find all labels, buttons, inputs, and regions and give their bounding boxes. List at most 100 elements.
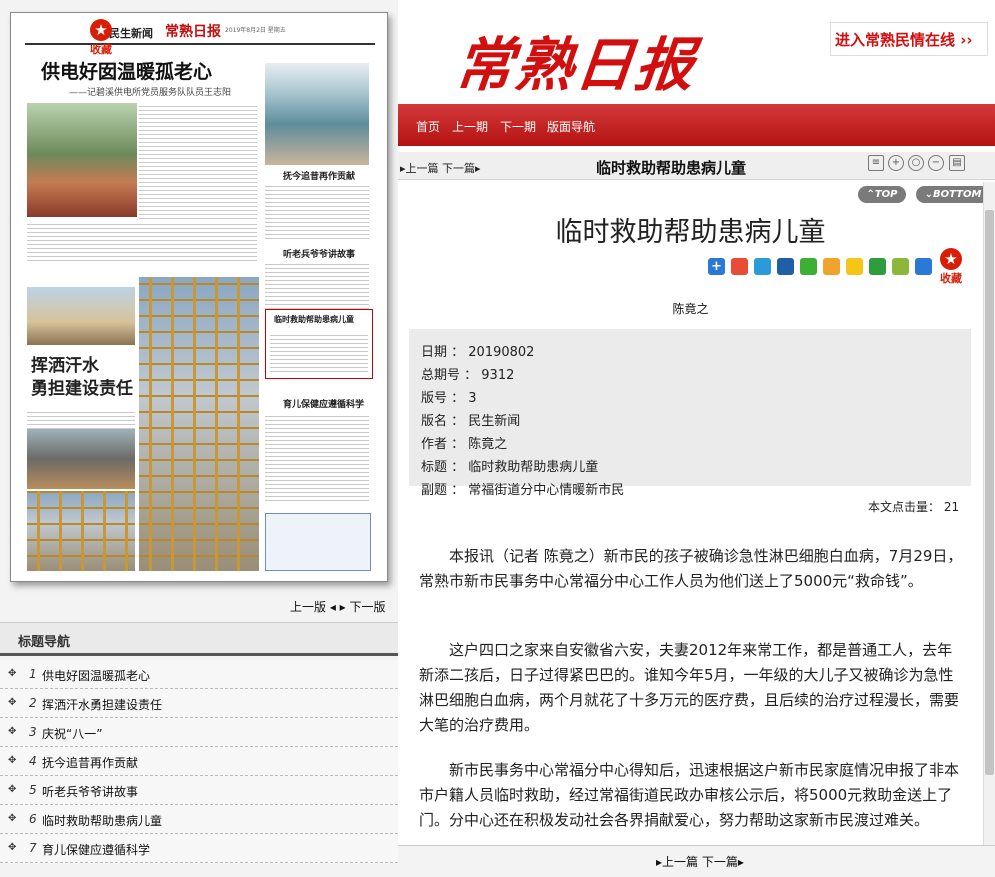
title-list-item[interactable]: ✥ 5 听老兵爷爷讲故事	[0, 776, 398, 805]
top-button[interactable]: ⌃TOP	[858, 186, 906, 203]
diamond-bullet-icon: ✥	[8, 784, 17, 795]
zoom-out-icon[interactable]: −	[928, 155, 944, 171]
scrollbar-thumb[interactable]	[985, 210, 994, 775]
meta-row: 副题 ： 常福街道分中心情暖新市民	[421, 483, 625, 498]
diamond-bullet-icon: ✥	[8, 726, 17, 737]
text-block	[265, 413, 369, 501]
article-title: 临时救助帮助患病儿童	[555, 217, 826, 248]
article-meta-box: 日期 ： 20190802 总期号 ： 9312 版号 ： 3 版名 ： 民生新…	[409, 329, 971, 498]
meta-value: 20190802	[468, 345, 535, 360]
item-number: 7	[29, 841, 37, 855]
favorite-label: 收藏	[90, 43, 112, 56]
qzone-icon[interactable]	[754, 258, 771, 275]
meta-row: 版名 ： 民生新闻	[421, 414, 521, 429]
meta-value: 临时救助帮助患病儿童	[468, 460, 599, 475]
title-list-item[interactable]: ✥ 3 庆祝“八一”	[0, 718, 398, 747]
kaixin-icon[interactable]	[892, 258, 909, 275]
scroll-jump-bar: ⌃TOP ⌄BOTTOM	[398, 182, 995, 208]
site-logo[interactable]: 常熟日报	[452, 18, 701, 102]
meta-row: 作者 ： 陈竟之	[421, 437, 508, 452]
text-block	[265, 183, 369, 241]
zoom-in-icon[interactable]: +	[888, 155, 904, 171]
promo-link[interactable]: 进入常熟民情在线 ››	[830, 22, 988, 56]
next-page-link[interactable]: 下一版	[350, 600, 386, 614]
article-photo	[27, 103, 137, 217]
page-navigation: 上一版 ◂ ▸ 下一版	[290, 598, 386, 615]
prev-page-link[interactable]: 上一版	[290, 600, 326, 614]
item-title[interactable]: 庆祝“八一”	[42, 725, 102, 742]
hits-label: 本文点击量：	[868, 500, 941, 514]
diamond-bullet-icon: ✥	[8, 668, 17, 679]
meta-value: 民生新闻	[468, 414, 521, 429]
feature-headline-line: 挥洒汗水	[31, 356, 99, 376]
item-number: 5	[29, 783, 37, 797]
star-icon: ★	[90, 19, 112, 41]
title-list-item[interactable]: ✥ 2 挥洒汗水勇担建设责任	[0, 689, 398, 718]
menu-prev-issue[interactable]: 上一期	[452, 118, 488, 135]
douban-icon[interactable]	[869, 258, 886, 275]
left-panel: 民生新闻 常熟日报 2019年8月2日 星期五 ★ 收藏 供电好囡温暖孤老心 —…	[0, 0, 398, 877]
scaffold-photo	[27, 491, 135, 571]
article-toolbar: ▸上一篇 下一篇▸ 临时救助帮助患病儿童 ≡ + ○ − ▤	[398, 152, 995, 180]
item-title[interactable]: 听老兵爷爷讲故事	[42, 783, 138, 800]
text-block	[265, 261, 369, 309]
title-list-item[interactable]: ✥ 1 供电好囡温暖孤老心	[0, 660, 398, 689]
meta-key: 副题	[421, 483, 448, 498]
title-list-item[interactable]: ✥ 4 抚今追昔再作贡献	[0, 747, 398, 776]
newspaper-header: 民生新闻 常熟日报 2019年8月2日 星期五	[25, 19, 375, 45]
bottom-button[interactable]: ⌄BOTTOM	[916, 186, 990, 203]
title-list-item[interactable]: ✥ 7 育儿保健应遵循科学	[0, 834, 398, 863]
section-title[interactable]: 抚今追昔再作贡献	[283, 169, 355, 182]
menu-page-nav[interactable]: 版面导航	[547, 118, 595, 135]
meta-key: 日期	[421, 345, 448, 360]
section-title[interactable]: 听老兵爷爷讲故事	[283, 247, 355, 260]
item-number: 3	[29, 725, 37, 739]
menu-home[interactable]: 首页	[416, 118, 440, 135]
star-icon[interactable]	[846, 258, 863, 275]
renren-icon[interactable]	[777, 258, 794, 275]
title-nav-header: 标题导航	[0, 622, 398, 656]
item-title[interactable]: 挥洒汗水勇担建设责任	[42, 696, 162, 713]
menu-next-issue[interactable]: 下一期	[500, 118, 536, 135]
article-paragraph: 新市民事务中心常福分中心得知后，迅速根据这户新市民家庭情况申报了非本市户籍人员临…	[419, 761, 960, 829]
diamond-bullet-icon: ✥	[8, 813, 17, 824]
text-block	[139, 103, 257, 221]
meta-row: 版号 ： 3	[421, 391, 477, 406]
page-meta: 2019年8月2日 星期五	[225, 27, 286, 34]
bottom-prev-next[interactable]: ▸上一篇 下一篇▸	[656, 853, 744, 870]
meta-value: 陈竟之	[468, 437, 508, 452]
zoom-reset-icon[interactable]: ○	[908, 155, 924, 171]
item-title[interactable]: 抚今追昔再作贡献	[42, 754, 138, 771]
scaffold-photo	[139, 277, 259, 571]
info-icon[interactable]	[915, 258, 932, 275]
newspaper-headline[interactable]: 供电好囡温暖孤老心	[41, 57, 212, 84]
diamond-bullet-icon: ✥	[8, 842, 17, 853]
feature-headline-line: 勇担建设责任	[31, 379, 133, 399]
item-number: 6	[29, 812, 37, 826]
plus-icon[interactable]: +	[708, 258, 725, 275]
main-menu: 首页 上一期 下一期 版面导航	[398, 104, 995, 146]
meta-value: 常福街道分中心情暖新市民	[468, 483, 625, 498]
highlighted-article-box[interactable]: 临时救助帮助患病儿童	[265, 309, 373, 379]
mini-logo: 常熟日报	[165, 24, 221, 40]
title-nav-heading: 标题导航	[18, 635, 71, 650]
newspaper-page-thumbnail[interactable]: 民生新闻 常熟日报 2019年8月2日 星期五 ★ 收藏 供电好囡温暖孤老心 —…	[10, 12, 388, 582]
prev-next-article[interactable]: ▸上一篇 下一篇▸	[400, 160, 481, 176]
meta-key: 作者	[421, 437, 448, 452]
meta-key: 总期号	[421, 368, 461, 383]
item-title[interactable]: 育儿保健应遵循科学	[42, 841, 150, 858]
wechat-icon[interactable]	[800, 258, 817, 275]
tencent-weibo-icon[interactable]	[823, 258, 840, 275]
meta-value: 3	[468, 391, 477, 406]
print-icon[interactable]: ▤	[949, 155, 965, 171]
favorite-button[interactable]: ★ 收藏	[936, 248, 966, 286]
item-title[interactable]: 临时救助帮助患病儿童	[42, 812, 162, 829]
weibo-icon[interactable]	[731, 258, 748, 275]
bottom-article-nav: ▸上一篇 下一篇▸	[398, 845, 995, 877]
feature-headline[interactable]: 挥洒汗水 勇担建设责任	[31, 355, 133, 401]
list-icon[interactable]: ≡	[868, 155, 884, 171]
title-list-item[interactable]: ✥ 6 临时救助帮助患病儿童	[0, 805, 398, 834]
item-title[interactable]: 供电好囡温暖孤老心	[42, 667, 150, 684]
section-title[interactable]: 育儿保健应遵循科学	[283, 397, 364, 410]
meta-value: 9312	[481, 368, 515, 383]
